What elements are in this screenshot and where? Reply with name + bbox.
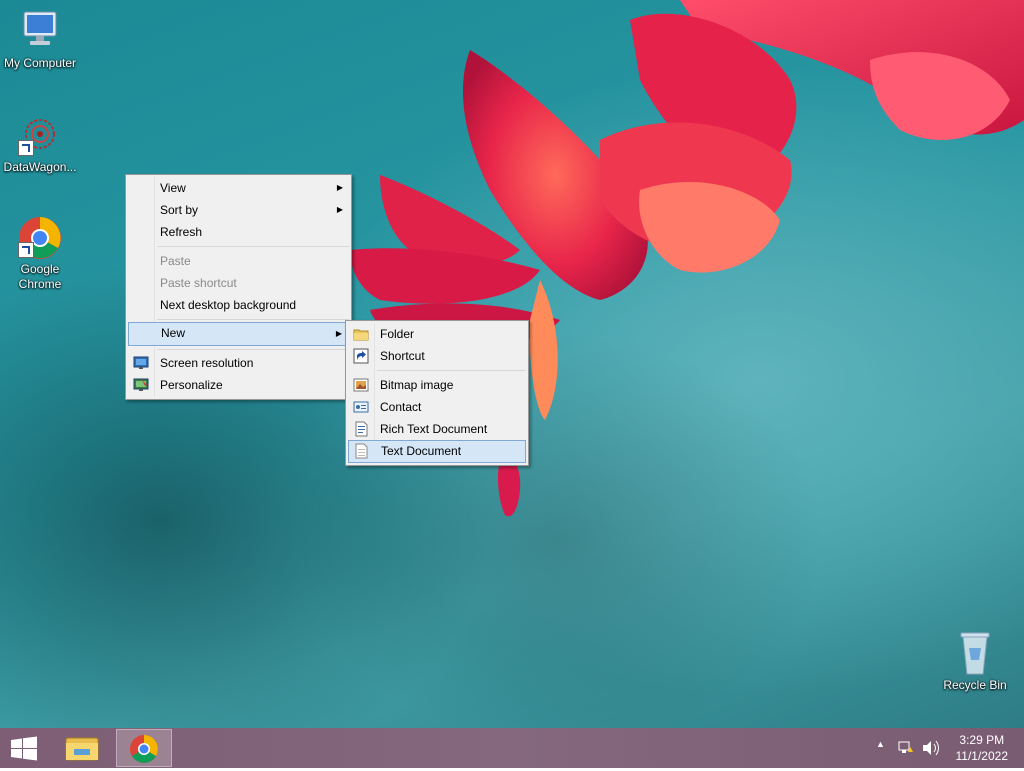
desktop-icon-datawagon[interactable]: DataWagon... <box>0 112 80 175</box>
menu-item-paste-shortcut[interactable]: Paste shortcut <box>128 272 349 294</box>
menu-item-rich-text-document[interactable]: Rich Text Document <box>348 418 526 440</box>
desktop-icon-label-line1: Google <box>20 262 60 276</box>
menu-separator <box>377 370 526 371</box>
start-button[interactable] <box>0 729 48 767</box>
rich-text-document-icon <box>355 421 368 437</box>
clock-time: 3:29 PM <box>959 733 1005 747</box>
menu-item-view[interactable]: View ▶ <box>128 177 349 199</box>
chrome-taskbar-button[interactable] <box>116 729 172 767</box>
clock-date: 11/1/2022 <box>955 749 1009 763</box>
folder-icon <box>353 329 369 341</box>
desktop-icon-label-line2: Chrome <box>18 277 62 291</box>
new-submenu: Folder Shortcut Bitmap image Contact Ric… <box>345 320 529 466</box>
desktop[interactable]: My Computer DataWagon... Google Chrome R… <box>0 0 1024 728</box>
menu-item-refresh[interactable]: Refresh <box>128 221 349 243</box>
file-explorer-taskbar-button[interactable] <box>56 729 112 767</box>
menu-item-text-document[interactable]: Text Document <box>348 440 526 463</box>
contact-icon <box>353 401 369 413</box>
shortcut-arrow-icon <box>18 242 34 258</box>
menu-separator <box>157 319 349 320</box>
menu-item-label: Next desktop background <box>160 298 297 312</box>
menu-item-paste[interactable]: Paste <box>128 250 349 272</box>
volume-tray-button[interactable] <box>920 728 942 768</box>
menu-item-bitmap-image[interactable]: Bitmap image <box>348 374 526 396</box>
menu-item-label: Folder <box>380 327 415 341</box>
file-explorer-icon <box>65 737 99 761</box>
menu-item-label: Shortcut <box>380 349 425 363</box>
show-hidden-icons-button[interactable]: ▲ <box>872 728 892 768</box>
desktop-icon-label: DataWagon... <box>3 160 77 174</box>
menu-separator <box>157 349 349 350</box>
taskbar: ▲ 3:29 PM 11/1/2022 <box>0 728 1024 768</box>
desktop-icon-label: Recycle Bin <box>943 678 1007 692</box>
menu-item-label: Paste shortcut <box>160 276 237 290</box>
menu-item-new[interactable]: New ▶ <box>128 322 349 346</box>
desktop-icon-google-chrome[interactable]: Google Chrome <box>0 214 80 292</box>
menu-item-label: Paste <box>160 254 191 268</box>
show-hidden-icons-chevron-icon: ▲ <box>876 739 885 749</box>
submenu-arrow-icon: ▶ <box>335 329 342 338</box>
personalize-icon <box>133 378 149 391</box>
text-document-icon <box>355 443 368 459</box>
desktop-icon-recycle-bin[interactable]: Recycle Bin <box>935 630 1015 693</box>
shortcut-arrow-icon <box>18 140 34 156</box>
chrome-icon <box>16 214 64 260</box>
menu-item-screen-resolution[interactable]: Screen resolution <box>128 352 349 374</box>
windows-logo-icon <box>11 736 37 761</box>
menu-item-folder[interactable]: Folder <box>348 323 526 345</box>
menu-item-personalize[interactable]: Personalize <box>128 374 349 396</box>
computer-icon <box>16 8 64 54</box>
clock[interactable]: 3:29 PM 11/1/2022 <box>956 732 1009 764</box>
menu-item-label: Screen resolution <box>160 356 254 370</box>
menu-item-label: Personalize <box>160 378 223 392</box>
datawagon-icon <box>16 112 64 158</box>
shortcut-icon <box>353 348 369 364</box>
menu-item-sort-by[interactable]: Sort by ▶ <box>128 199 349 221</box>
desktop-icon-label: My Computer <box>3 56 77 70</box>
menu-item-label: View <box>160 181 186 195</box>
menu-item-label: New <box>161 326 186 340</box>
desktop-context-menu: View ▶ Sort by ▶ Refresh Paste Paste sho… <box>125 174 352 400</box>
submenu-arrow-icon: ▶ <box>336 205 343 214</box>
chrome-icon <box>130 735 158 763</box>
desktop-icon-my-computer[interactable]: My Computer <box>0 8 80 71</box>
submenu-arrow-icon: ▶ <box>336 183 343 192</box>
bitmap-image-icon <box>353 378 369 392</box>
menu-item-label: Bitmap image <box>380 378 454 392</box>
network-icon <box>898 741 913 753</box>
menu-item-label: Text Document <box>381 444 462 458</box>
menu-item-next-desktop-background[interactable]: Next desktop background <box>128 294 349 316</box>
menu-item-contact[interactable]: Contact <box>348 396 526 418</box>
menu-item-label: Sort by <box>160 203 199 217</box>
screen-resolution-icon <box>133 356 149 369</box>
menu-separator <box>157 246 349 247</box>
network-tray-button[interactable] <box>896 728 916 768</box>
recycle-bin-icon <box>951 630 999 676</box>
menu-item-shortcut[interactable]: Shortcut <box>348 345 526 367</box>
menu-item-label: Contact <box>380 400 422 414</box>
volume-icon <box>923 740 939 756</box>
menu-item-label: Refresh <box>160 225 203 239</box>
menu-item-label: Rich Text Document <box>380 422 488 436</box>
